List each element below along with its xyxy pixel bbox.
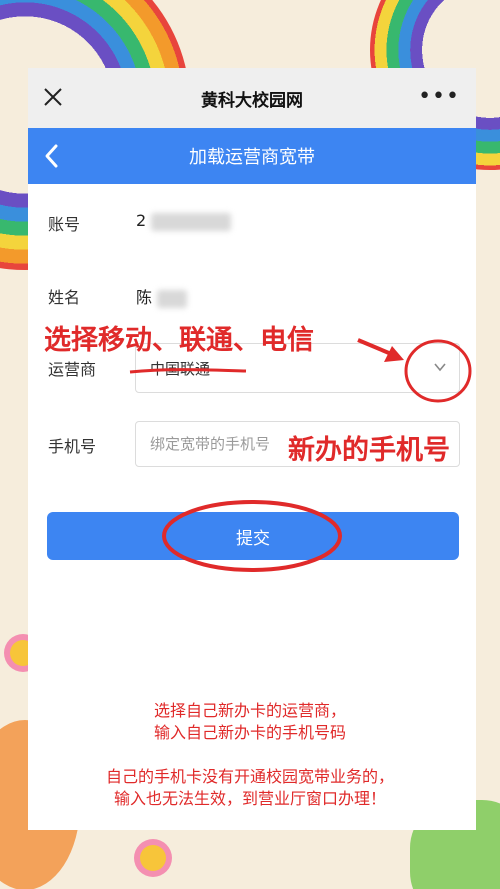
carrier-label: 运营商: [48, 360, 97, 379]
name-label: 姓名: [48, 288, 81, 307]
annotation-note-2: 自己的手机卡没有开通校园宽带业务的， 输入也无法生效，到营业厅窗口办理！: [28, 766, 472, 810]
carrier-select-value: 中国联通: [150, 360, 211, 378]
annotation-new-phone: 新办的手机号: [288, 435, 450, 466]
chevron-down-icon: [434, 363, 446, 372]
name-value: 陈: [136, 284, 188, 308]
account-label: 账号: [48, 215, 81, 234]
page-title: 加载运营商宽带: [189, 147, 315, 168]
account-value-text: 2: [136, 211, 147, 230]
annotation-note-line: 自己的手机卡没有开通校园宽带业务的，: [105, 767, 394, 786]
more-options-icon[interactable]: •••: [418, 86, 460, 108]
nav-bar: 加载运营商宽带: [28, 128, 476, 184]
account-value: 2: [136, 211, 232, 231]
window-title: 黄科大校园网: [201, 90, 303, 111]
phone-label: 手机号: [48, 437, 97, 456]
submit-button[interactable]: 提交: [47, 512, 459, 560]
annotation-note-line: 选择自己新办卡的运营商，: [153, 701, 346, 720]
chevron-left-icon[interactable]: [42, 143, 62, 169]
name-value-text: 陈: [136, 288, 153, 307]
redacted-blur: [151, 212, 232, 231]
redacted-blur: [157, 289, 188, 308]
close-icon[interactable]: [42, 86, 64, 108]
annotation-select-carrier: 选择移动、联通、电信: [44, 325, 314, 356]
window-title-bar: 黄科大校园网 •••: [28, 68, 476, 128]
annotation-note-line: 输入也无法生效，到营业厅窗口办理！: [113, 789, 386, 808]
flower-decoration: [140, 845, 166, 871]
annotation-note-1: 选择自己新办卡的运营商， 输入自己新办卡的手机号码: [48, 700, 452, 744]
annotation-note-line: 输入自己新办卡的手机号码: [153, 723, 346, 742]
